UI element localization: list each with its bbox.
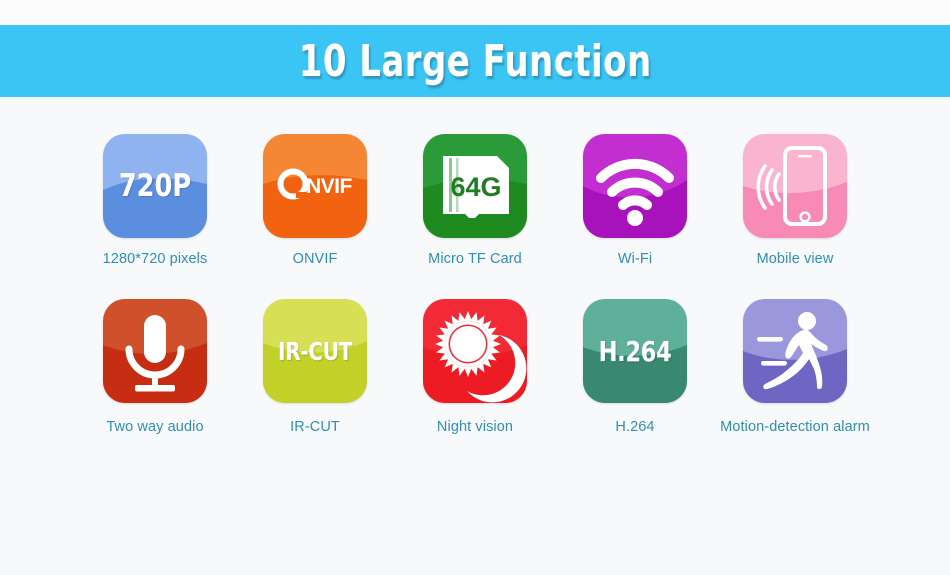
tile-night-vision[interactable] (423, 299, 527, 403)
feature-label-two-way-audio: Two way audio (106, 419, 204, 435)
feature-item-ir-cut[interactable]: IR-CUT IR-CUT (235, 299, 395, 435)
tile-onvif[interactable]: NVIF (263, 134, 367, 238)
sun-moon-icon (435, 311, 527, 403)
feature-label-resolution: 1280*720 pixels (102, 251, 208, 267)
720p-text-icon: 720P (118, 168, 192, 204)
feature-label-motion-detection-alarm: Motion-detection alarm (720, 419, 870, 435)
tile-resolution[interactable]: 720P (103, 134, 207, 238)
feature-item-motion-detection-alarm[interactable]: Motion-detection alarm (715, 299, 875, 435)
onvif-logo-icon: NVIF (277, 168, 353, 200)
feature-item-wifi[interactable]: Wi-Fi (555, 134, 715, 267)
tile-mobile-view[interactable] (743, 134, 847, 238)
ir-cut-text-icon: IR-CUT (278, 336, 352, 366)
h264-text-icon: H.264 (598, 334, 672, 368)
tile-micro-tf-card[interactable]: 64G (423, 134, 527, 238)
page-title: 10 Large Function (298, 35, 652, 87)
feature-item-h264[interactable]: H.264 H.264 (555, 299, 715, 435)
feature-row-1: 720P 1280*720 pixels NVIF ONVIF 64G Micr… (0, 134, 950, 299)
running-person-icon (757, 312, 828, 390)
feature-row-2: Two way audio IR-CUT IR-CUT Night vision… (0, 299, 950, 435)
feature-item-resolution[interactable]: 720P 1280*720 pixels (75, 134, 235, 267)
feature-label-night-vision: Night vision (436, 419, 514, 435)
feature-label-h264: H.264 (615, 419, 655, 435)
tile-h264[interactable]: H.264 (583, 299, 687, 403)
feature-item-onvif[interactable]: NVIF ONVIF (235, 134, 395, 267)
feature-label-onvif: ONVIF (292, 251, 338, 267)
sd-card-icon: 64G (443, 156, 509, 218)
feature-label-wifi: Wi-Fi (617, 251, 653, 267)
tile-wifi[interactable] (583, 134, 687, 238)
svg-text:NVIF: NVIF (306, 175, 353, 198)
feature-label-micro-tf-card: Micro TF Card (428, 251, 522, 267)
feature-item-night-vision[interactable]: Night vision (395, 299, 555, 435)
tile-two-way-audio[interactable] (103, 299, 207, 403)
feature-showcase-page: 10 Large Function 720P 1280*720 pixels N… (0, 0, 950, 575)
tile-ir-cut[interactable]: IR-CUT (263, 299, 367, 403)
svg-text:64G: 64G (450, 172, 501, 202)
feature-label-ir-cut: IR-CUT (290, 419, 340, 435)
feature-item-two-way-audio[interactable]: Two way audio (75, 299, 235, 435)
wifi-icon (596, 158, 674, 226)
feature-item-micro-tf-card[interactable]: 64G Micro TF Card (395, 134, 555, 267)
feature-label-mobile-view: Mobile view (756, 251, 834, 267)
feature-grid: 720P 1280*720 pixels NVIF ONVIF 64G Micr… (0, 97, 950, 435)
mobile-phone-icon (756, 146, 827, 226)
top-margin (0, 0, 950, 25)
feature-item-mobile-view[interactable]: Mobile view (715, 134, 875, 267)
microphone-icon (125, 315, 185, 392)
header-banner: 10 Large Function (0, 25, 950, 97)
tile-motion-detection-alarm[interactable] (743, 299, 847, 403)
